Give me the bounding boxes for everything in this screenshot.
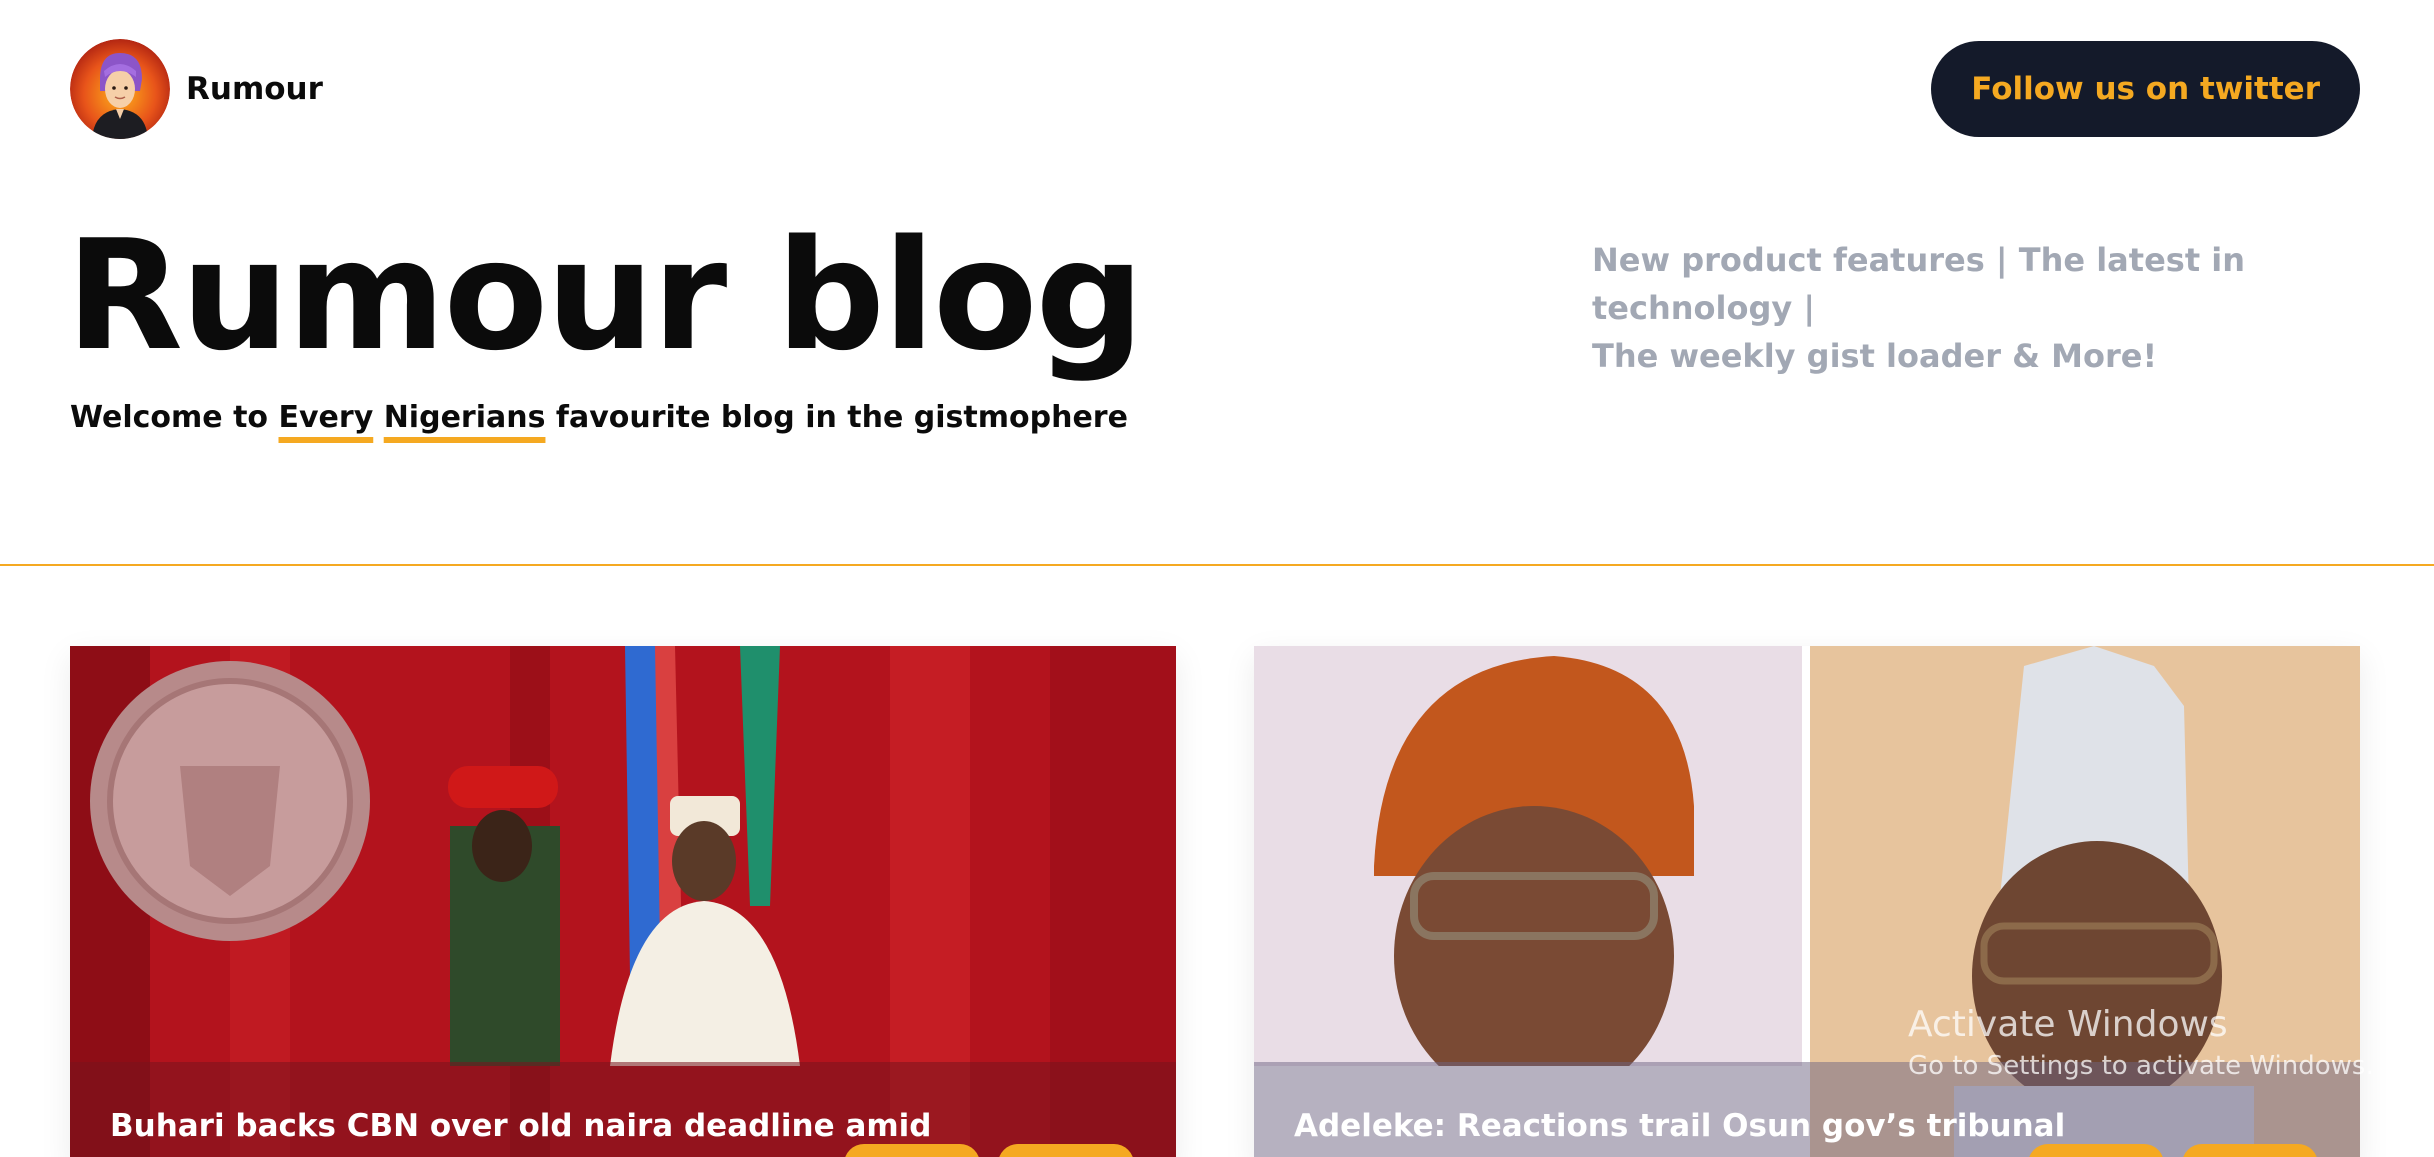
site-header: Rumour Follow us on twitter xyxy=(70,39,2360,139)
topics-line-1: New product features | The latest in tec… xyxy=(1592,241,2245,327)
section-divider xyxy=(0,564,2434,566)
tagline-highlight-every: Every xyxy=(278,400,374,435)
tagline-highlight-nigerians: Nigerians xyxy=(383,400,546,435)
brand-name[interactable]: Rumour xyxy=(186,71,323,107)
tagline-end: favourite blog in the gistmophere xyxy=(545,400,1128,435)
topics-summary: New product features | The latest in tec… xyxy=(1592,236,2372,380)
tagline: Welcome to Every Nigerians favourite blo… xyxy=(70,400,1128,435)
memoji-avatar-icon[interactable] xyxy=(70,39,170,139)
card-title[interactable]: Buhari backs CBN over old naira deadline… xyxy=(110,1108,932,1144)
page-title: Rumour blog xyxy=(66,207,1144,384)
watermark-subtitle: Go to Settings to activate Windows. xyxy=(1908,1051,2374,1081)
card-title[interactable]: Adeleke: Reactions trail Osun gov’s trib… xyxy=(1294,1108,2065,1144)
brand[interactable]: Rumour xyxy=(70,39,323,139)
category-tag[interactable] xyxy=(2182,1144,2318,1157)
watermark-title: Activate Windows xyxy=(1908,1004,2228,1045)
category-tag[interactable] xyxy=(844,1144,980,1157)
blog-card[interactable]: Buhari backs CBN over old naira deadline… xyxy=(70,646,1176,1157)
topics-line-2: The weekly gist loader & More! xyxy=(1592,337,2158,375)
category-tag[interactable] xyxy=(998,1144,1134,1157)
category-tag[interactable] xyxy=(2028,1144,2164,1157)
follow-twitter-button[interactable]: Follow us on twitter xyxy=(1931,41,2360,137)
activate-windows-watermark: Activate Windows Go to Settings to activ… xyxy=(1908,1004,2374,1081)
tagline-start: Welcome to xyxy=(70,400,279,435)
